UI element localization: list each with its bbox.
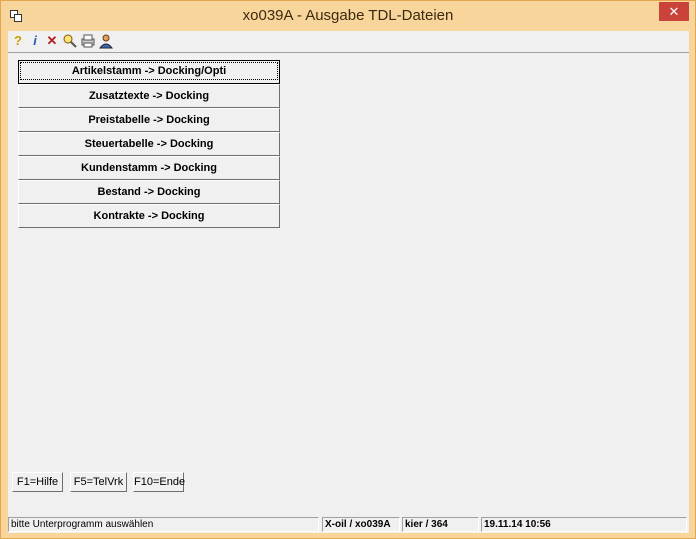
zusatztexte-button[interactable]: Zusatztexte -> Docking — [18, 84, 280, 108]
app-window: xo039A - Ausgabe TDL-Dateien ✕ ? i ✕ Art… — [0, 0, 696, 539]
f5-telvrk-button[interactable]: F5=TelVrk — [70, 472, 127, 492]
help-icon[interactable]: ? — [10, 33, 26, 49]
client-area: ? i ✕ Artikelstamm -> Docking/Opti Zusat… — [8, 31, 689, 533]
status-bar: bitte Unterprogramm auswählen X-oil / xo… — [8, 516, 689, 533]
status-user: kier / 364 — [402, 517, 479, 532]
info-icon[interactable]: i — [27, 33, 43, 49]
delete-icon[interactable]: ✕ — [44, 33, 60, 49]
print-icon[interactable] — [80, 33, 96, 49]
artikelstamm-label: Artikelstamm -> Docking/Opti — [20, 62, 278, 80]
artikelstamm-button[interactable]: Artikelstamm -> Docking/Opti — [18, 60, 280, 84]
status-message: bitte Unterprogramm auswählen — [8, 517, 319, 532]
status-program: X-oil / xo039A — [322, 517, 400, 532]
f1-help-button[interactable]: F1=Hilfe — [12, 472, 63, 492]
menu-list: Artikelstamm -> Docking/Opti Zusatztexte… — [18, 60, 280, 228]
window-title: xo039A - Ausgabe TDL-Dateien — [242, 7, 454, 24]
search-icon[interactable] — [62, 33, 78, 49]
kontrakte-button[interactable]: Kontrakte -> Docking — [18, 204, 280, 228]
preistabelle-button[interactable]: Preistabelle -> Docking — [18, 108, 280, 132]
bestand-button[interactable]: Bestand -> Docking — [18, 180, 280, 204]
steuertabelle-button[interactable]: Steuertabelle -> Docking — [18, 132, 280, 156]
toolbar: ? i ✕ — [8, 31, 689, 53]
kundenstamm-button[interactable]: Kundenstamm -> Docking — [18, 156, 280, 180]
status-datetime: 19.11.14 10:56 — [481, 517, 687, 532]
title-bar[interactable]: xo039A - Ausgabe TDL-Dateien ✕ — [1, 1, 695, 31]
user-icon[interactable] — [98, 33, 114, 49]
close-button[interactable]: ✕ — [659, 2, 689, 21]
f10-end-button[interactable]: F10=Ende — [133, 472, 185, 492]
